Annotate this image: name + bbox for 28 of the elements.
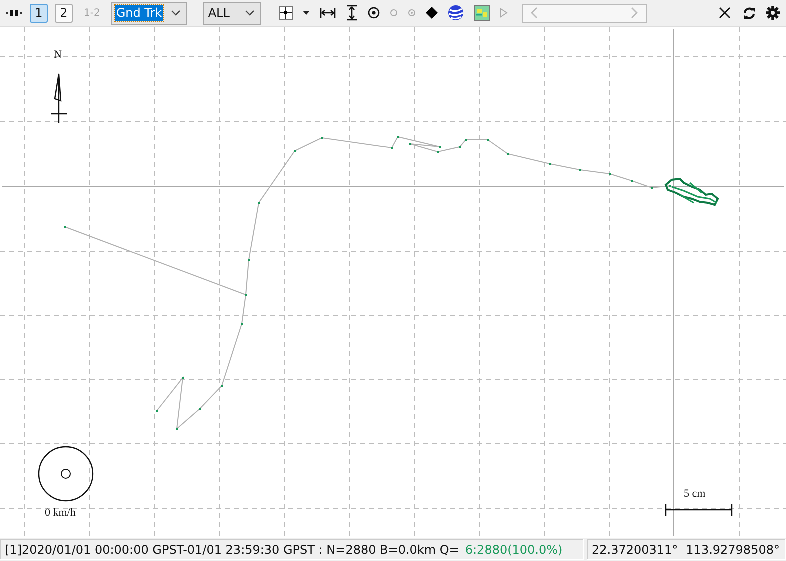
speed-label: 0 km/h	[45, 507, 76, 519]
horizontal-arrows-icon[interactable]	[320, 7, 336, 19]
plot-type-dropdown[interactable]: Gnd Trk	[111, 2, 188, 24]
close-icon[interactable]	[719, 7, 731, 19]
satellite-dropdown[interactable]: ALL	[203, 2, 262, 24]
globe-icon[interactable]	[448, 5, 464, 21]
crosshair-icon[interactable]	[279, 6, 294, 20]
north-arrow-icon	[50, 73, 68, 124]
plot-button[interactable]: 1	[30, 4, 48, 22]
settings-icon[interactable]	[766, 6, 780, 20]
scale-bar-icon	[665, 503, 733, 517]
north-label: N	[54, 49, 62, 61]
latitude-text: 22.37200311°	[592, 542, 678, 556]
grip-icon[interactable]	[6, 8, 22, 18]
scale-label: 5 cm	[684, 488, 706, 500]
diamond-icon[interactable]	[426, 7, 438, 19]
chevron-down-icon[interactable]	[245, 10, 256, 16]
status-message: [1]2020/01/01 00:00:00 GPST-01/01 23:59:30 GPST : N=2880 B=0.0km Q=	[5, 542, 460, 556]
map-image-icon[interactable]	[474, 5, 490, 21]
longitude-text: 113.92798508°	[686, 542, 780, 556]
plot-button[interactable]: 2	[55, 4, 73, 22]
caret-icon[interactable]	[303, 11, 310, 15]
chevron-down-icon[interactable]	[171, 10, 182, 16]
refresh-icon[interactable]	[743, 6, 756, 20]
target-icon[interactable]	[368, 7, 380, 19]
speedometer-icon	[38, 446, 94, 502]
quality-text: 6:2880(100.0%)	[465, 542, 563, 556]
vertical-arrows-icon[interactable]	[346, 5, 358, 21]
